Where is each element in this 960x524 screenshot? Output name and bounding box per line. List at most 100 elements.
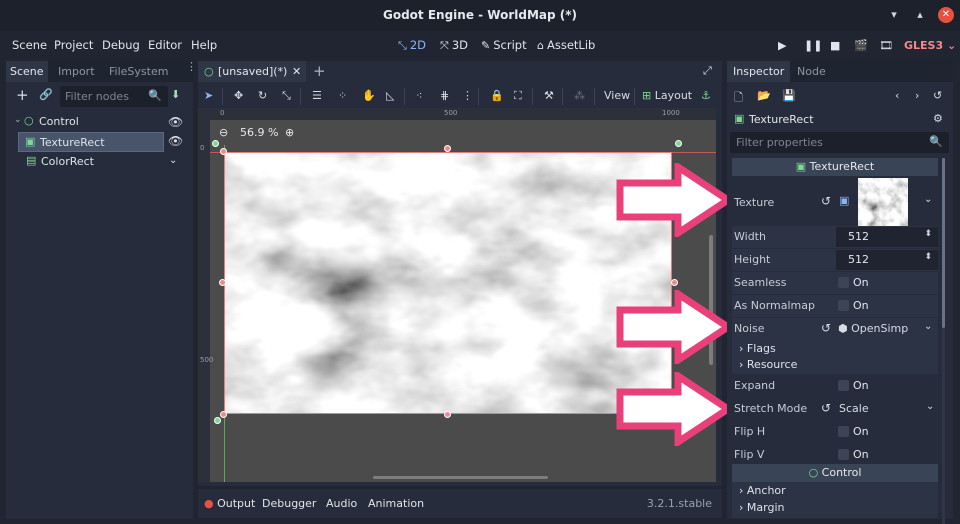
minimize-button[interactable]: ▾	[886, 7, 902, 23]
stretch-mode-select[interactable]: Scale	[839, 402, 869, 415]
visibility-eye-icon[interactable]: 👁	[168, 134, 183, 148]
stop-icon[interactable]: ■	[830, 39, 840, 52]
ruler-tool-icon[interactable]: ◺	[386, 89, 394, 102]
snap-options-icon[interactable]: ⋕	[440, 89, 449, 102]
play-custom-icon[interactable]: 🎞	[879, 39, 893, 52]
rotate-tool-icon[interactable]: ↻	[258, 89, 267, 102]
list-select-icon[interactable]: ☰	[312, 89, 322, 102]
play-icon[interactable]: ▶	[778, 39, 786, 52]
tab-filesystem[interactable]: FileSystem	[105, 61, 172, 82]
collapse-icon[interactable]: ⌄	[14, 115, 22, 125]
snap-toggle-icon[interactable]: ⁖	[416, 89, 422, 102]
resize-handle[interactable]	[220, 411, 227, 418]
tree-node-texturerect[interactable]: ▣ TextureRect	[18, 132, 164, 152]
maximize-button[interactable]: ▴	[912, 7, 928, 23]
keyframe-icon[interactable]: ⁂	[574, 89, 585, 102]
expand-checkbox[interactable]	[838, 380, 849, 391]
object-tools-icon[interactable]: ⚙	[933, 112, 943, 125]
move-tool-icon[interactable]: ✥	[234, 89, 243, 102]
back-icon[interactable]: ‹	[895, 89, 899, 102]
menu-project[interactable]: Project	[54, 38, 93, 52]
resize-handle[interactable]	[444, 411, 451, 418]
menu-help[interactable]: Help	[191, 38, 217, 52]
chevron-down-icon[interactable]: ⌄	[169, 155, 177, 166]
distraction-free-icon[interactable]: ⤢	[703, 64, 712, 78]
zoom-in-icon[interactable]: ⊕	[285, 126, 294, 139]
mode-3d-button[interactable]: ⤧ 3D	[440, 38, 468, 53]
width-spinbox[interactable]: 512 ⬍	[836, 227, 938, 247]
tab-scene[interactable]: Scene	[6, 61, 48, 82]
section-control[interactable]: ○ Control	[732, 464, 938, 482]
history-icon[interactable]: ↺	[933, 89, 942, 102]
resize-handle[interactable]	[219, 279, 226, 286]
tab-debugger[interactable]: Debugger	[262, 497, 316, 510]
forward-icon[interactable]: ›	[915, 89, 919, 102]
select-tool-icon[interactable]: ➤	[204, 89, 213, 102]
new-resource-icon[interactable]: 🗋	[734, 89, 743, 108]
chevron-down-icon[interactable]: ⌄	[924, 194, 932, 205]
visibility-eye-icon[interactable]: 👁	[168, 115, 183, 129]
pan-tool-icon[interactable]: ✋	[362, 89, 376, 102]
resource-group[interactable]: › Resource	[739, 358, 797, 371]
viewport-hscroll[interactable]	[373, 476, 548, 479]
dock-menu-icon[interactable]: ⋮	[186, 61, 197, 72]
section-texturerect[interactable]: ▣ TextureRect	[732, 158, 938, 176]
close-button[interactable]: ✕	[938, 7, 954, 23]
filter-properties-input[interactable]: Filter properties 🔍	[730, 132, 949, 153]
tab-unsaved-scene[interactable]: ○ [unsaved](*) ✕	[198, 61, 306, 82]
anchor-handle[interactable]	[675, 140, 682, 147]
tree-node-colorrect[interactable]: ▤ ColorRect ⌄	[6, 152, 193, 172]
group-icon[interactable]: ⛶	[514, 89, 522, 103]
anchor-handle[interactable]	[214, 417, 221, 424]
inspected-object[interactable]: ▣ TextureRect ⚙	[727, 110, 953, 130]
chevron-down-icon[interactable]: ⌄	[924, 321, 932, 332]
scale-tool-icon[interactable]: ⤡	[282, 89, 291, 103]
normalmap-checkbox[interactable]	[838, 300, 849, 311]
renderer-select[interactable]: GLES3 ⌄	[904, 39, 956, 52]
link-icon[interactable]: 🔗	[39, 88, 53, 101]
margin-group[interactable]: › Margin	[739, 501, 784, 514]
resize-handle[interactable]	[444, 145, 451, 152]
revert-icon[interactable]: ↺	[821, 321, 831, 335]
zoom-level[interactable]: 56.9 %	[240, 126, 278, 139]
layout-menu[interactable]: ⊞ Layout	[642, 89, 692, 102]
snap-menu-icon[interactable]: ⋮	[462, 89, 473, 102]
filter-nodes-input[interactable]: Filter nodes 🔍	[60, 86, 168, 107]
texture-thumbnail[interactable]	[858, 178, 908, 228]
tab-inspector[interactable]: Inspector	[727, 61, 791, 82]
mode-assetlib-button[interactable]: ⌂ AssetLib	[537, 38, 595, 52]
tab-output[interactable]: ● Output	[204, 497, 255, 510]
close-tab-icon[interactable]: ✕	[292, 65, 301, 78]
anchor-handle[interactable]	[212, 140, 219, 147]
anchor-icon[interactable]: ⚓	[701, 89, 711, 102]
tab-import[interactable]: Import	[54, 61, 99, 82]
save-icon[interactable]: 💾	[782, 89, 796, 102]
view-menu[interactable]: View	[604, 89, 630, 102]
tab-audio[interactable]: Audio	[326, 497, 357, 510]
lock-icon[interactable]: 🔒	[490, 89, 504, 102]
spinner-icon[interactable]: ⬍	[924, 229, 932, 239]
revert-icon[interactable]: ↺	[821, 194, 831, 208]
chevron-down-icon[interactable]: ⌄	[926, 401, 934, 412]
flip-h-checkbox[interactable]	[838, 426, 849, 437]
noise-resource-picker[interactable]: ⬢ OpenSimp	[838, 322, 908, 335]
pivot-tool-icon[interactable]: ⁘	[338, 89, 347, 102]
tab-animation[interactable]: Animation	[368, 497, 424, 510]
mode-script-button[interactable]: ✎ Script	[481, 38, 527, 52]
spinner-icon[interactable]: ⬍	[924, 252, 932, 262]
menu-scene[interactable]: Scene	[12, 38, 47, 52]
seamless-checkbox[interactable]	[838, 277, 849, 288]
flip-v-checkbox[interactable]	[838, 449, 849, 460]
inspector-scrollbar-thumb[interactable]	[942, 158, 945, 328]
open-folder-icon[interactable]: 📂	[757, 89, 771, 102]
menu-editor[interactable]: Editor	[148, 38, 182, 52]
instance-scene-icon[interactable]: ⬇	[171, 88, 180, 101]
anchor-group[interactable]: › Anchor	[739, 484, 786, 497]
zoom-out-icon[interactable]: ⊖	[219, 126, 228, 139]
height-spinbox[interactable]: 512 ⬍	[836, 250, 938, 270]
pause-icon[interactable]: ❚❚	[804, 39, 822, 52]
tab-node[interactable]: Node	[791, 61, 832, 82]
tree-node-control[interactable]: ⌄ ○ Control	[6, 112, 193, 132]
revert-icon[interactable]: ↺	[821, 401, 831, 415]
resize-handle[interactable]	[671, 279, 678, 286]
